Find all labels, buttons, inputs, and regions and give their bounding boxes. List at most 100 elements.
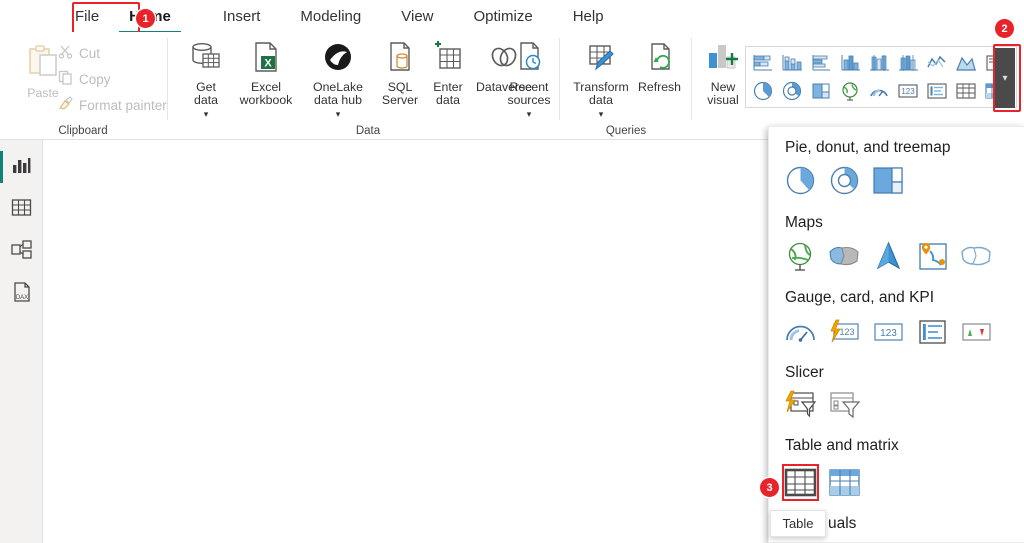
visual-new-slicer[interactable]: [783, 387, 818, 422]
sidebar-item-model-view[interactable]: [0, 230, 43, 272]
gallery-multi-row-card-icon[interactable]: [923, 78, 950, 104]
gallery-stacked-column-chart-icon[interactable]: [778, 50, 805, 76]
visual-new-card[interactable]: 123: [827, 314, 862, 349]
ribbon-group-visuals: New visual: [692, 32, 752, 140]
dax-icon: DAX: [11, 281, 33, 306]
table-icon: [11, 198, 32, 220]
gallery-line-chart-icon[interactable]: [923, 50, 950, 76]
section-title-maps: Maps: [785, 214, 823, 231]
visual-slicer[interactable]: [827, 387, 862, 422]
gallery-100-stacked-bar-chart-icon[interactable]: [865, 50, 892, 76]
transform-data-label: Transform data: [573, 79, 629, 107]
ribbon-group-queries: Transform data ▾ Refresh Queries: [560, 32, 692, 140]
get-data-button[interactable]: Get data ▾: [178, 40, 234, 121]
section-items-pie-donut-treemap: [783, 163, 906, 198]
gallery-gauge-chart-icon[interactable]: [865, 78, 892, 104]
data-group-label: Data: [355, 125, 381, 137]
menu-tab-label: File: [75, 7, 100, 25]
gallery-clustered-bar-chart-icon[interactable]: [807, 50, 834, 76]
gallery-scrollbar[interactable]: ▾: [995, 48, 1015, 108]
gallery-pie-chart-icon[interactable]: [749, 78, 776, 104]
excel-workbook-icon: X: [249, 40, 283, 78]
menu-tab-file[interactable]: File: [62, 1, 112, 31]
annotation-badge-2: 2: [995, 19, 1014, 38]
sql-server-icon: [383, 40, 417, 78]
sidebar-item-dax-query-view[interactable]: DAX: [0, 272, 43, 314]
onelake-data-hub-button[interactable]: OneLake data hub ▾: [301, 40, 375, 121]
visual-filled-map[interactable]: [827, 239, 862, 274]
chevron-down-icon: ▾: [1002, 72, 1008, 84]
visual-gauge[interactable]: [783, 314, 818, 349]
visual-table[interactable]: [782, 464, 819, 501]
format-painter-button[interactable]: Format painter: [58, 96, 167, 114]
enter-data-label: Enter data: [433, 79, 463, 107]
cut-button[interactable]: Cut: [58, 44, 100, 62]
recent-sources-button[interactable]: Recent sources ▾: [498, 40, 560, 121]
menu-tab-view[interactable]: View: [388, 1, 446, 31]
refresh-button[interactable]: Refresh: [632, 40, 687, 94]
visual-pie-chart[interactable]: [783, 163, 818, 198]
chevron-down-icon: ▾: [203, 108, 209, 119]
visual-shape-map-pins[interactable]: [915, 239, 950, 274]
visual-shape-map[interactable]: [959, 239, 994, 274]
format-painter-label: Format painter: [79, 97, 167, 113]
copy-button[interactable]: Copy: [58, 70, 111, 88]
visual-kpi[interactable]: [959, 314, 994, 349]
section-items-slicer: [783, 387, 862, 422]
section-title-pie-donut-treemap: Pie, donut, and treemap: [785, 139, 951, 156]
scissors-icon: [58, 44, 73, 62]
gallery-row-2: 123: [749, 78, 1008, 104]
visual-matrix[interactable]: [827, 465, 862, 500]
gallery-treemap-icon[interactable]: [807, 78, 834, 104]
svg-text:123: 123: [901, 87, 915, 96]
menu-tab-help[interactable]: Help: [560, 1, 617, 31]
partial-section-title: uals: [828, 515, 857, 532]
menu-tab-modeling[interactable]: Modeling: [287, 1, 374, 31]
sidebar-item-table-view[interactable]: [0, 188, 43, 230]
visualization-gallery[interactable]: 123 ▾: [745, 46, 1017, 108]
gallery-area-chart-icon[interactable]: [952, 50, 979, 76]
section-items-maps: [783, 239, 994, 274]
menu-tab-label: Help: [572, 7, 604, 25]
svg-text:X: X: [264, 58, 272, 70]
gallery-stacked-bar-chart-icon[interactable]: [749, 50, 776, 76]
gallery-clustered-column-chart-icon[interactable]: [836, 50, 863, 76]
copy-icon: [58, 70, 73, 88]
visual-multi-row-card[interactable]: [915, 314, 950, 349]
visual-card[interactable]: 123: [871, 314, 906, 349]
visual-globe-map[interactable]: [783, 239, 818, 274]
bar-chart-icon: [11, 155, 32, 179]
gallery-100-stacked-column-chart-icon[interactable]: [894, 50, 921, 76]
visual-donut-chart[interactable]: [827, 163, 862, 198]
gallery-map-icon[interactable]: [836, 78, 863, 104]
transform-data-button[interactable]: Transform data ▾: [566, 40, 636, 121]
model-icon: [10, 239, 33, 263]
queries-group-label: Queries: [605, 125, 647, 137]
gallery-card-icon[interactable]: 123: [894, 78, 921, 104]
svg-text:123: 123: [839, 327, 854, 337]
menu-tab-optimize[interactable]: Optimize: [461, 1, 546, 31]
sidebar-item-report-view[interactable]: [0, 146, 43, 188]
refresh-icon: [643, 40, 677, 78]
new-visual-button[interactable]: New visual: [697, 40, 749, 108]
section-title-slicer: Slicer: [785, 364, 824, 381]
refresh-label: Refresh: [637, 79, 682, 94]
gallery-donut-chart-icon[interactable]: [778, 78, 805, 104]
enter-data-button[interactable]: Enter data: [423, 40, 473, 108]
onelake-icon: [321, 40, 355, 78]
gallery-table-icon[interactable]: [952, 78, 979, 104]
chevron-down-icon: ▾: [335, 108, 341, 119]
visual-azure-map[interactable]: [871, 239, 906, 274]
excel-workbook-button[interactable]: X Excel workbook: [230, 40, 302, 108]
menu-tab-insert[interactable]: Insert: [210, 1, 274, 31]
ribbon-group-clipboard: Paste Cut Copy Format painter Clipboard: [0, 32, 168, 140]
paste-label: Paste: [27, 85, 59, 100]
tooltip-label: Table: [782, 516, 814, 531]
ribbon-group-data: Get data ▾ X Excel workbook OneLake data…: [168, 32, 560, 140]
table-tooltip: Table: [770, 510, 826, 537]
visualization-gallery-dropdown: Pie, donut, and treemap Maps Gauge, card: [768, 126, 1024, 543]
menu-tab-label: Optimize: [473, 7, 533, 25]
sql-server-button[interactable]: SQL Server: [374, 40, 426, 108]
visual-treemap[interactable]: [871, 163, 906, 198]
enter-data-icon: [431, 40, 465, 78]
